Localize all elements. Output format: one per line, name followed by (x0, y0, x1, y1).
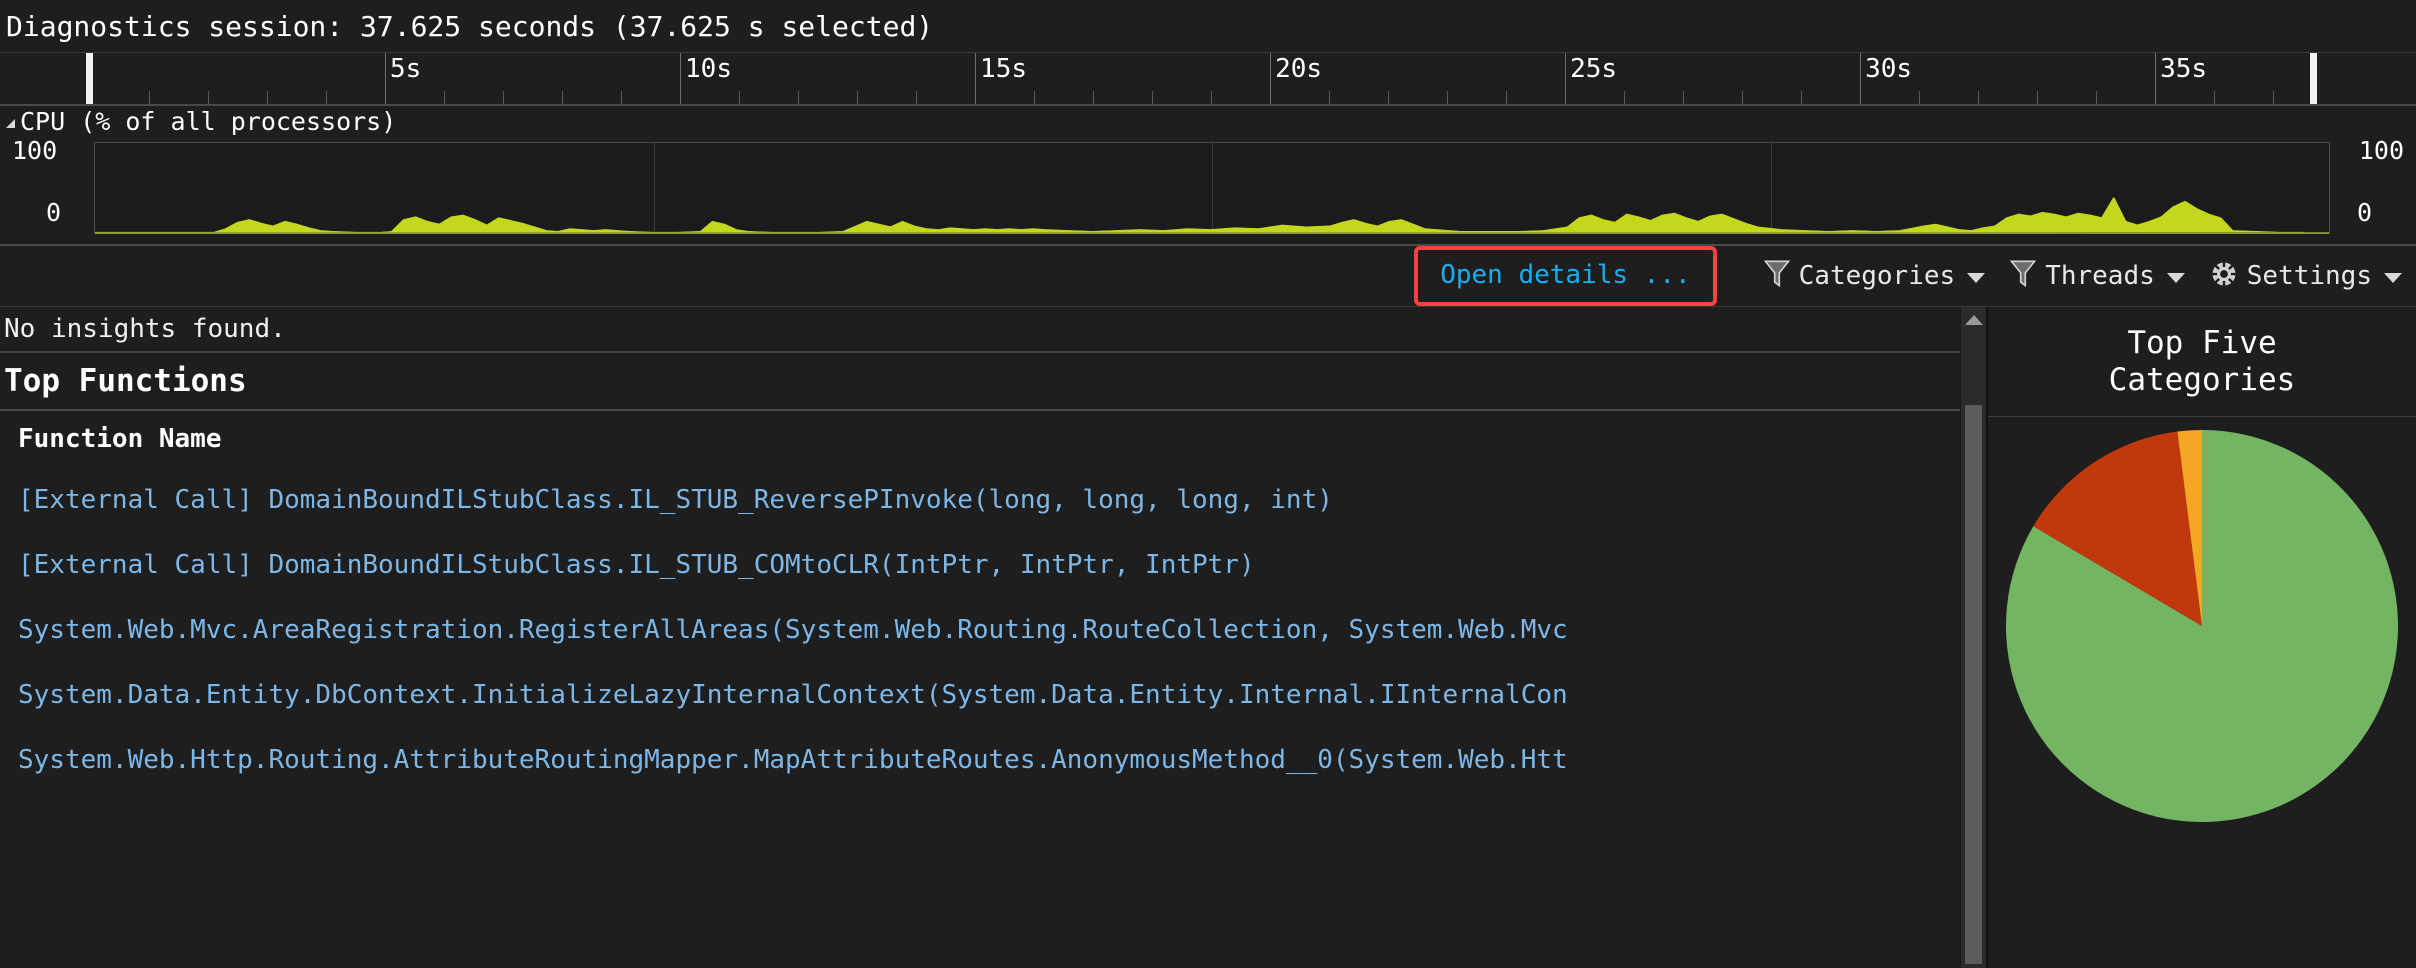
ruler-minor-tick (2273, 91, 2274, 104)
ruler-minor-tick (1211, 91, 1212, 104)
cpu-axis-left-min: 0 (46, 198, 61, 227)
ruler-tick-label: 20s (1270, 54, 1322, 84)
categories-pie-wrap (1988, 417, 2416, 968)
ruler-minor-tick (503, 91, 504, 104)
threads-label: Threads (2045, 261, 2155, 291)
timeline-ruler[interactable]: 5s 10s 15s 20s 25s 30s 35s (0, 52, 2416, 106)
session-title: Diagnostics session: 37.625 seconds (37.… (6, 10, 933, 43)
table-body: [External Call] DomainBoundILStubClass.I… (0, 467, 1960, 792)
ruler-tick-label: 15s (975, 54, 1027, 84)
function-name-cell: System.Web.Mvc.AreaRegistration.Register… (18, 615, 1568, 645)
ruler-minor-tick (562, 91, 563, 104)
ruler-minor-tick (208, 91, 209, 104)
ruler-minor-tick (326, 91, 327, 104)
top-functions-title: Top Functions (4, 363, 247, 399)
ruler-minor-tick (1506, 91, 1507, 104)
ruler-minor-tick (1447, 91, 1448, 104)
session-header: Diagnostics session: 37.625 seconds (37.… (0, 0, 2416, 52)
chevron-down-icon (2167, 273, 2185, 283)
ruler-tick-label: 35s (2155, 54, 2207, 84)
ruler-tick-label: 5s (385, 54, 421, 84)
table-column-header[interactable]: Function Name (0, 411, 1960, 467)
ruler-ticks: 5s 10s 15s 20s 25s 30s 35s (0, 53, 2416, 104)
ruler-minor-tick (798, 91, 799, 104)
ruler-minor-tick (1329, 91, 1330, 104)
cpu-axis-right-max: 100 (2359, 136, 2404, 165)
ruler-minor-tick (149, 91, 150, 104)
function-name-cell: [External Call] DomainBoundILStubClass.I… (18, 550, 1255, 580)
ruler-minor-tick (267, 91, 268, 104)
ruler-minor-tick (916, 91, 917, 104)
cpu-section-header[interactable]: CPU (% of all processors) (0, 106, 2416, 136)
ruler-minor-tick (1978, 91, 1979, 104)
settings-button[interactable]: Settings (2209, 259, 2402, 293)
ruler-minor-tick (1624, 91, 1625, 104)
ruler-minor-tick (1919, 91, 1920, 104)
gear-icon (2209, 259, 2239, 293)
ruler-minor-tick (1683, 91, 1684, 104)
ruler-minor-tick (621, 91, 622, 104)
cpu-plot-row: 100 0 100 0 (0, 136, 2416, 236)
table-row[interactable]: System.Web.Mvc.AreaRegistration.Register… (0, 597, 1960, 662)
collapse-caret-icon[interactable] (6, 119, 15, 128)
ruler-minor-tick (1034, 91, 1035, 104)
functions-vertical-scrollbar[interactable] (1960, 307, 1986, 968)
ruler-minor-tick (2214, 91, 2215, 104)
selection-handle-right[interactable] (2310, 53, 2317, 104)
top-five-categories-panel: Top Five Categories (1986, 307, 2416, 968)
open-details-button[interactable]: Open details ... (1414, 246, 1716, 306)
function-name-cell: System.Web.Http.Routing.AttributeRouting… (18, 745, 1568, 775)
ruler-minor-tick (2037, 91, 2038, 104)
function-name-cell: [External Call] DomainBoundILStubClass.I… (18, 485, 1333, 515)
ruler-minor-tick (1801, 91, 1802, 104)
content-area: No insights found. Top Functions Functio… (0, 307, 2416, 968)
ruler-minor-tick (1742, 91, 1743, 104)
ruler-tick-label: 25s (1565, 54, 1617, 84)
cpu-axis-right-min: 0 (2357, 198, 2372, 227)
top-functions-table: Function Name [External Call] DomainBoun… (0, 411, 1960, 968)
table-row[interactable]: System.Web.Http.Routing.AttributeRouting… (0, 727, 1960, 792)
ruler-minor-tick (2096, 91, 2097, 104)
top-five-categories-title-line2: Categories (2109, 362, 2296, 399)
ruler-minor-tick (1152, 91, 1153, 104)
cpu-area-series (95, 143, 2329, 234)
chevron-down-icon (1967, 273, 1985, 283)
cpu-axis-left-max: 100 (12, 136, 57, 165)
scrollbar-thumb[interactable] (1965, 405, 1982, 964)
open-details-label: Open details ... (1440, 260, 1690, 290)
function-name-cell: System.Data.Entity.DbContext.InitializeL… (18, 680, 1568, 710)
ruler-tick-label: 10s (680, 54, 732, 84)
selection-handle-left[interactable] (86, 53, 93, 104)
cpu-section-title: CPU (% of all processors) (20, 107, 396, 136)
threads-filter-button[interactable]: Threads (2009, 259, 2185, 293)
funnel-icon (2009, 259, 2037, 293)
categories-pie-chart[interactable] (2006, 423, 2398, 823)
ruler-minor-tick (1093, 91, 1094, 104)
left-pane: No insights found. Top Functions Functio… (0, 307, 1960, 968)
cpu-utilization-section: CPU (% of all processors) 100 0 100 0 (0, 106, 2416, 246)
categories-label: Categories (1799, 261, 1956, 291)
function-name-column-header: Function Name (18, 424, 222, 454)
diagnostics-window: Diagnostics session: 37.625 seconds (37.… (0, 0, 2416, 968)
top-five-categories-title: Top Five Categories (1988, 307, 2416, 417)
ruler-minor-tick (1388, 91, 1389, 104)
table-row[interactable]: [External Call] DomainBoundILStubClass.I… (0, 532, 1960, 597)
chevron-down-icon (2384, 273, 2402, 283)
top-functions-section-header: Top Functions (0, 353, 1960, 411)
analysis-toolbar: Open details ... Categories Threads (0, 246, 2416, 307)
ruler-minor-tick (444, 91, 445, 104)
insights-text: No insights found. (4, 314, 286, 344)
funnel-icon (1763, 259, 1791, 293)
scroll-up-arrow-icon[interactable] (1965, 315, 1983, 325)
ruler-minor-tick (739, 91, 740, 104)
table-row[interactable]: System.Data.Entity.DbContext.InitializeL… (0, 662, 1960, 727)
top-five-categories-title-line1: Top Five (2127, 325, 2276, 362)
cpu-graph[interactable] (94, 142, 2330, 234)
insights-bar: No insights found. (0, 307, 1960, 353)
settings-label: Settings (2247, 261, 2372, 291)
ruler-minor-tick (857, 91, 858, 104)
table-row[interactable]: [External Call] DomainBoundILStubClass.I… (0, 467, 1960, 532)
categories-filter-button[interactable]: Categories (1763, 259, 1986, 293)
ruler-tick-label: 30s (1860, 54, 1912, 84)
